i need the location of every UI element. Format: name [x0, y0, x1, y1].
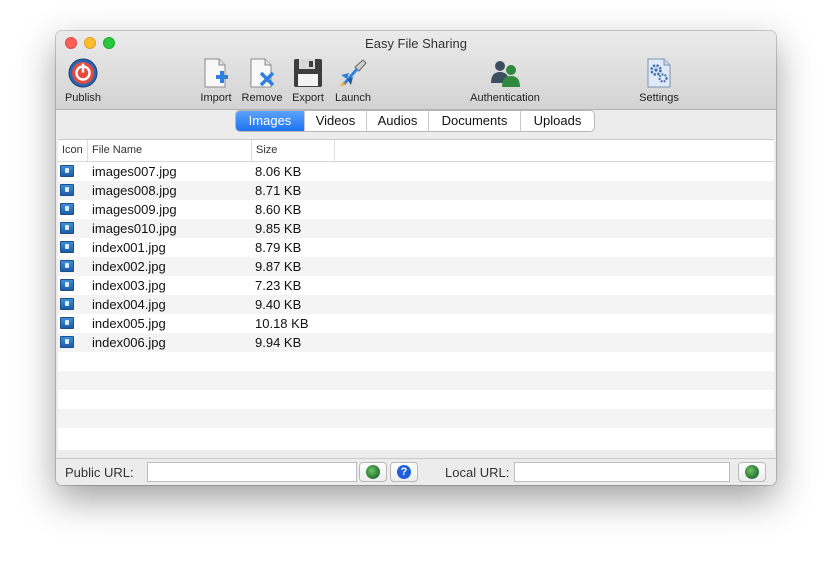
- table-row[interactable]: index005.jpg 10.18 KB: [58, 314, 774, 333]
- authentication-label: Authentication: [470, 92, 540, 104]
- file-name-cell: index003.jpg: [92, 278, 166, 293]
- file-size-cell: 9.40 KB: [255, 297, 302, 312]
- window-title: Easy File Sharing: [365, 36, 467, 51]
- file-size-cell: 8.06 KB: [255, 164, 302, 179]
- tab-audios[interactable]: Audios: [366, 111, 428, 131]
- rocket-icon: [340, 59, 367, 86]
- table-body: images007.jpg 8.06 KB images008.jpg 8.71 KB…: [58, 162, 774, 447]
- file-name-cell: images010.jpg: [92, 221, 177, 236]
- power-icon: [68, 58, 98, 88]
- publish-label: Publish: [64, 92, 102, 104]
- help-icon: ?: [397, 465, 411, 479]
- public-url-input[interactable]: [147, 462, 357, 482]
- file-name-cell: index002.jpg: [92, 259, 166, 274]
- local-url-input[interactable]: [514, 462, 730, 482]
- file-name-cell: index001.jpg: [92, 240, 166, 255]
- table-row[interactable]: images009.jpg 8.60 KB: [58, 200, 774, 219]
- table-row[interactable]: index006.jpg 9.94 KB: [58, 333, 774, 352]
- floppy-disk-icon: [294, 59, 322, 87]
- titlebar-toolbar: Easy File Sharing Publish Import Remove …: [56, 31, 776, 110]
- file-size-cell: 8.60 KB: [255, 202, 302, 217]
- image-file-icon: [60, 260, 74, 272]
- segmented-tabs: Images Videos Audios Documents Uploads: [235, 110, 595, 132]
- file-name-cell: index004.jpg: [92, 297, 166, 312]
- image-file-icon: [60, 165, 74, 177]
- open-local-url-button[interactable]: [738, 462, 766, 482]
- image-file-icon: [60, 241, 74, 253]
- table-row: [58, 409, 774, 428]
- image-file-icon: [60, 203, 74, 215]
- table-row[interactable]: images010.jpg 9.85 KB: [58, 219, 774, 238]
- tab-uploads[interactable]: Uploads: [520, 111, 594, 131]
- file-name-cell: images007.jpg: [92, 164, 177, 179]
- column-header-size[interactable]: Size: [252, 140, 335, 161]
- tab-images[interactable]: Images: [236, 111, 304, 131]
- url-bar: Public URL: ? Local URL:: [56, 458, 776, 485]
- image-file-icon: [60, 336, 74, 348]
- authentication-button[interactable]: Authentication: [470, 55, 540, 105]
- launch-label: Launch: [334, 92, 372, 104]
- settings-button[interactable]: Settings: [639, 55, 679, 105]
- table-row: [58, 428, 774, 447]
- app-window: Easy File Sharing Publish Import Remove …: [56, 31, 776, 485]
- image-file-icon: [60, 279, 74, 291]
- table-row[interactable]: index002.jpg 9.87 KB: [58, 257, 774, 276]
- image-file-icon: [60, 298, 74, 310]
- publish-button[interactable]: Publish: [65, 55, 101, 105]
- local-url-label: Local URL:: [445, 465, 510, 480]
- file-name-cell: images008.jpg: [92, 183, 177, 198]
- table-row: [58, 352, 774, 371]
- table-row[interactable]: images007.jpg 8.06 KB: [58, 162, 774, 181]
- table-row: [58, 390, 774, 409]
- settings-label: Settings: [639, 92, 679, 104]
- table-row[interactable]: index001.jpg 8.79 KB: [58, 238, 774, 257]
- gear-document-icon: [647, 58, 671, 88]
- table-row: [58, 371, 774, 390]
- document-add-icon: [204, 58, 228, 88]
- file-size-cell: 9.85 KB: [255, 221, 302, 236]
- document-remove-icon: [250, 58, 275, 88]
- column-header-icon[interactable]: Icon: [58, 140, 88, 161]
- image-file-icon: [60, 184, 74, 196]
- globe-icon: [745, 465, 759, 479]
- tab-videos[interactable]: Videos: [304, 111, 366, 131]
- file-size-cell: 7.23 KB: [255, 278, 302, 293]
- open-public-url-button[interactable]: [359, 462, 387, 482]
- public-url-label: Public URL:: [65, 465, 134, 480]
- users-icon: [491, 61, 520, 87]
- file-size-cell: 9.94 KB: [255, 335, 302, 350]
- image-file-icon: [60, 222, 74, 234]
- file-size-cell: 10.18 KB: [255, 316, 309, 331]
- help-button[interactable]: ?: [390, 462, 418, 482]
- tab-bar: Images Videos Audios Documents Uploads: [56, 110, 776, 139]
- table-row[interactable]: index004.jpg 9.40 KB: [58, 295, 774, 314]
- table-row[interactable]: index003.jpg 7.23 KB: [58, 276, 774, 295]
- table-row[interactable]: images008.jpg 8.71 KB: [58, 181, 774, 200]
- launch-button[interactable]: Launch: [335, 55, 371, 105]
- file-table[interactable]: Icon File Name Size images007.jpg 8.06 KB…: [58, 139, 774, 450]
- file-name-cell: index006.jpg: [92, 335, 166, 350]
- file-size-cell: 8.71 KB: [255, 183, 302, 198]
- image-file-icon: [60, 317, 74, 329]
- table-header: Icon File Name Size: [58, 140, 774, 162]
- file-name-cell: index005.jpg: [92, 316, 166, 331]
- file-name-cell: images009.jpg: [92, 202, 177, 217]
- file-size-cell: 9.87 KB: [255, 259, 302, 274]
- file-size-cell: 8.79 KB: [255, 240, 302, 255]
- tab-documents[interactable]: Documents: [428, 111, 520, 131]
- globe-icon: [366, 465, 380, 479]
- column-header-file-name[interactable]: File Name: [88, 140, 252, 161]
